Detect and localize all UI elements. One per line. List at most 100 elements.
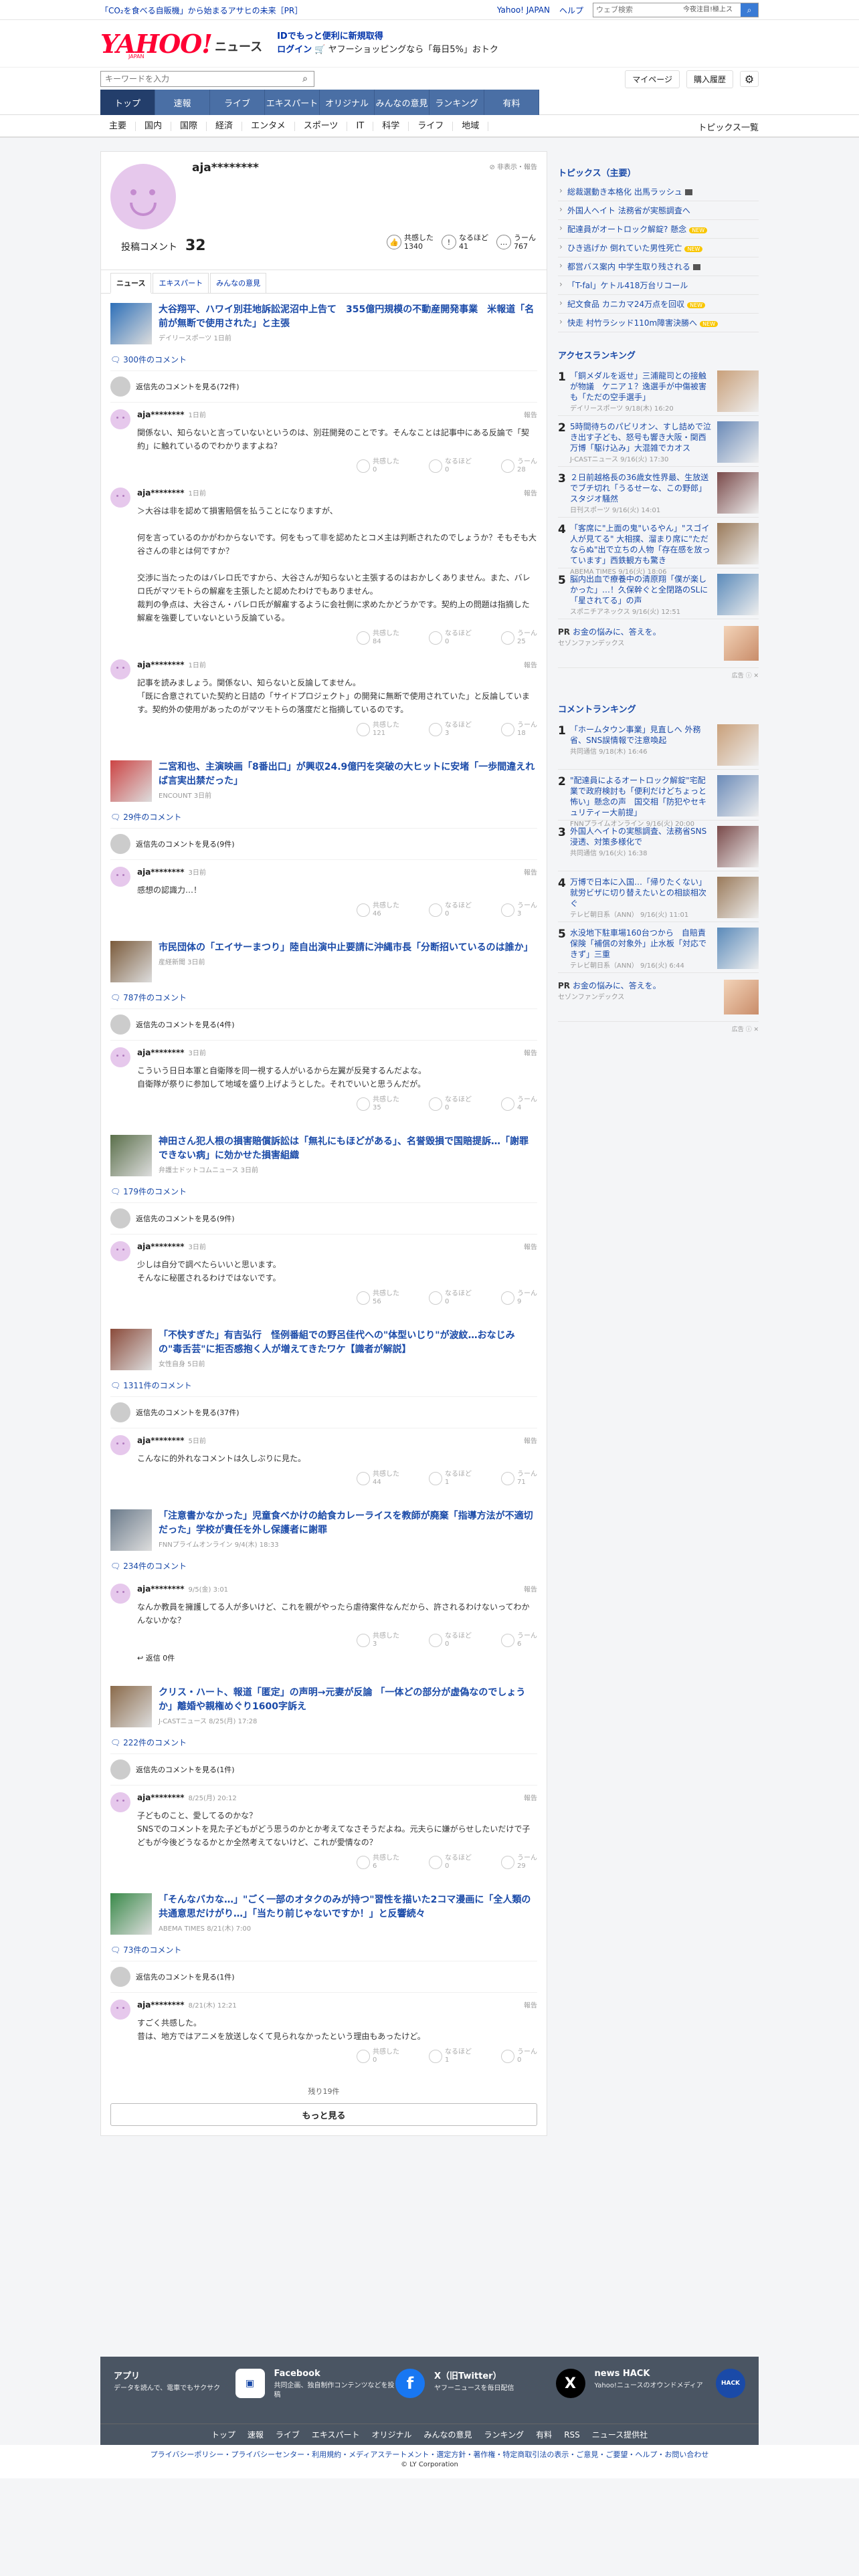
article-header[interactable]: 「注意書かなかった」児童食べかけの給食カレーライスを教師が廃棄「指導方法が不適切… bbox=[110, 1500, 537, 1555]
topic-item[interactable]: 総裁選動き本格化 出馬ラッシュ bbox=[558, 183, 759, 201]
reply-target-link[interactable]: 返信先のコメントを見る(37件) bbox=[110, 1396, 537, 1428]
comment-count-link[interactable]: 🗨 787件のコメント bbox=[110, 992, 537, 1003]
cat-entertainment[interactable]: エンタメ bbox=[242, 122, 295, 131]
report-link[interactable]: 報告 bbox=[524, 1435, 537, 1445]
hmm-button[interactable]: うーん 3 bbox=[501, 902, 537, 918]
footer-nav-item[interactable]: RSS bbox=[564, 2430, 580, 2440]
cat-world[interactable]: 国際 bbox=[171, 122, 207, 131]
reply-link[interactable]: ↩ 返信 0件 bbox=[137, 1652, 537, 1663]
ranking-item[interactable]: 2 5時間待ちのパビリオン、すし詰めで泣き出す子ども、怒号も響き大阪・関西万博「駆… bbox=[558, 416, 759, 467]
register-link[interactable]: IDでもっと便利に新規取得 bbox=[277, 30, 498, 43]
search-icon[interactable]: ⌕ bbox=[741, 3, 758, 17]
comment-user[interactable]: aja******** bbox=[137, 2000, 185, 2010]
purchase-history-link[interactable]: 購入履歴 bbox=[686, 70, 733, 88]
topic-item[interactable]: 快走 村竹ラシッド110m障害決勝へNEW bbox=[558, 314, 759, 332]
naruhodo-button[interactable]: なるほど 0 bbox=[429, 902, 472, 918]
report-link[interactable]: 報告 bbox=[524, 659, 537, 669]
report-link[interactable]: 報告 bbox=[524, 2000, 537, 2010]
nav-opinion[interactable]: みんなの意見 bbox=[375, 90, 430, 115]
article-header[interactable]: 「不快すぎた」有吉弘行 怪例番組での野呂佳代への"体型いじり"が波紋…おなじみの… bbox=[110, 1319, 537, 1374]
article-title[interactable]: 「不快すぎた」有吉弘行 怪例番組での野呂佳代への"体型いじり"が波紋…おなじみの… bbox=[159, 1329, 537, 1357]
legal-text[interactable]: プライバシーポリシー・プライバシーセンター・利用規約・メディアステートメント・選… bbox=[151, 2450, 709, 2459]
hmm-button[interactable]: うーん 18 bbox=[501, 722, 537, 738]
hmm-button[interactable]: うーん 71 bbox=[501, 1471, 537, 1487]
comment-count-link[interactable]: 🗨 29件のコメント bbox=[110, 811, 537, 823]
comment-count-link[interactable]: 🗨 222件のコメント bbox=[110, 1737, 537, 1748]
footer-nav-item[interactable]: みんなの意見 bbox=[424, 2429, 472, 2440]
empathy-button[interactable]: 共感した 56 bbox=[357, 1290, 399, 1306]
hmm-button[interactable]: うーん 4 bbox=[501, 1096, 537, 1112]
article-header[interactable]: 市民団体の「エイサーまつり」陸自出演中止要請に沖縄市長「分断招いているのは誰か」… bbox=[110, 932, 537, 986]
yahoo-japan-link[interactable]: Yahoo! JAPAN bbox=[497, 5, 550, 15]
reply-target-link[interactable]: 返信先のコメントを見る(9件) bbox=[110, 828, 537, 860]
empathy-button[interactable]: 共感した 0 bbox=[357, 458, 399, 474]
hmm-button[interactable]: うーん 25 bbox=[501, 630, 537, 646]
pr-ad-1[interactable]: PR お金の悩みに、答えを。 セゾンファンデックス bbox=[558, 619, 759, 668]
pr-link[interactable]: 「CO₂を食べる自販機」から始まるアサヒの未来［PR］ bbox=[100, 5, 302, 16]
topic-item[interactable]: 都営バス案内 中学生取り残される bbox=[558, 257, 759, 276]
comment-user[interactable]: aja******** bbox=[137, 1584, 185, 1594]
cat-it[interactable]: IT bbox=[347, 122, 374, 131]
topics-list-link[interactable]: トピックス一覧 bbox=[698, 120, 759, 133]
nav-ranking[interactable]: ランキング bbox=[430, 90, 484, 115]
article-header[interactable]: 大谷翔平、ハワイ別荘地訴訟泥沼中上告て 355億円規模の不動産開発事業 米報道「… bbox=[110, 294, 537, 348]
nav-original[interactable]: オリジナル bbox=[320, 90, 375, 115]
news-search-input[interactable] bbox=[101, 74, 296, 84]
ranking-item[interactable]: 2 "配達員によるオートロック解錠"宅配業で政府検討も「便利だけどちょっと怖い」懸… bbox=[558, 770, 759, 828]
hmm-button[interactable]: うーん 28 bbox=[501, 458, 537, 474]
comment-user[interactable]: aja******** bbox=[137, 1436, 185, 1445]
footer-nav-item[interactable]: エキスパート bbox=[312, 2429, 360, 2440]
article-title[interactable]: クリス・ハート、報道「匿定」の声明→元妻が反論 「一体どの部分が虚偽なのでしょう… bbox=[159, 1686, 537, 1714]
footer-nav-item[interactable]: トップ bbox=[211, 2429, 235, 2440]
ranking-item[interactable]: 4 万博で日本に入国…「帰りたくない」就労ビザに切り替えたいとの相談相次ぐ テレビ朝… bbox=[558, 871, 759, 922]
naruhodo-button[interactable]: なるほど 0 bbox=[429, 1096, 472, 1112]
help-link[interactable]: ヘルプ bbox=[559, 5, 583, 16]
cat-business[interactable]: 経済 bbox=[207, 122, 243, 131]
topic-item[interactable]: 外国人ヘイト 法務省が実態調査へ bbox=[558, 201, 759, 220]
article-title[interactable]: 「注意書かなかった」児童食べかけの給食カレーライスを教師が廃棄「指導方法が不適切… bbox=[159, 1509, 537, 1537]
cat-domestic[interactable]: 国内 bbox=[136, 122, 172, 131]
mypage-link[interactable]: マイページ bbox=[625, 70, 680, 88]
hmm-button[interactable]: うーん 29 bbox=[501, 1854, 537, 1870]
hmm-button[interactable]: うーん 0 bbox=[501, 2048, 537, 2064]
ranking-item[interactable]: 1 「銅メダルを返せ」三浦龍司との接触が物議 ケニア１？逸選手が中傷被害も「ただの… bbox=[558, 365, 759, 416]
ranking-item[interactable]: 1 「ホームタウン事業」見直しへ 外務省、SNS誤情報で注意喚起 共同通信 9/18… bbox=[558, 719, 759, 770]
hide-report-link[interactable]: ⊘ 非表示・報告 bbox=[489, 161, 537, 171]
ranking-item[interactable]: 3 ２日前越格長の36歳女性界最、生放送でブチ切れ「うるせーな、この野郎」スタジオ… bbox=[558, 467, 759, 518]
ranking-item[interactable]: 5 水没地下駐車場160台つから 自賠責保険「補償の対象外」止水板「対応できず」三… bbox=[558, 922, 759, 973]
naruhodo-button[interactable]: なるほど 1 bbox=[429, 1471, 472, 1487]
hmm-button[interactable]: うーん 9 bbox=[501, 1290, 537, 1306]
nav-flash[interactable]: 速報 bbox=[155, 90, 210, 115]
footer-nav-item[interactable]: 有料 bbox=[536, 2429, 552, 2440]
article-header[interactable]: 「そんなバカな…」"ごく一部のオタクのみが持つ"習性を描いた2コマ漫画に「全人類… bbox=[110, 1884, 537, 1939]
comment-user[interactable]: aja******** bbox=[137, 1242, 185, 1251]
footer-nav-item[interactable]: 速報 bbox=[248, 2429, 264, 2440]
comment-user[interactable]: aja******** bbox=[137, 1048, 185, 1057]
article-title[interactable]: 市民団体の「エイサーまつり」陸自出演中止要請に沖縄市長「分断招いているのは誰か」 bbox=[159, 941, 533, 955]
naruhodo-button[interactable]: なるほど 0 bbox=[429, 1854, 472, 1870]
article-title[interactable]: 「そんなバカな…」"ごく一部のオタクのみが持つ"習性を描いた2コマ漫画に「全人類… bbox=[159, 1893, 537, 1921]
empathy-button[interactable]: 共感した 84 bbox=[357, 630, 399, 646]
comment-count-link[interactable]: 🗨 179件のコメント bbox=[110, 1186, 537, 1197]
topic-item[interactable]: ひき逃げか 倒れていた男性死亡NEW bbox=[558, 239, 759, 257]
article-title[interactable]: 神田さん犯人根の損害賠償訴訟は「無礼にもほどがある」、名誉毀損で国賠提訴…「謝罪… bbox=[159, 1135, 537, 1163]
cat-life[interactable]: ライフ bbox=[409, 122, 454, 131]
naruhodo-button[interactable]: なるほど 0 bbox=[429, 458, 472, 474]
naruhodo-button[interactable]: なるほど 3 bbox=[429, 722, 472, 738]
report-link[interactable]: 報告 bbox=[524, 409, 537, 419]
empathy-button[interactable]: 共感した 44 bbox=[357, 1471, 399, 1487]
empathy-button[interactable]: 共感した 0 bbox=[357, 2048, 399, 2064]
comment-count-link[interactable]: 🗨 73件のコメント bbox=[110, 1944, 537, 1955]
reply-target-link[interactable]: 返信先のコメントを見る(1件) bbox=[110, 1753, 537, 1786]
tab-expert[interactable]: エキスパート bbox=[153, 273, 209, 293]
comment-user[interactable]: aja******** bbox=[137, 488, 185, 498]
nav-top[interactable]: トップ bbox=[100, 90, 155, 115]
more-button[interactable]: もっと見る bbox=[110, 2103, 537, 2126]
empathy-button[interactable]: 共感した 3 bbox=[357, 1632, 399, 1648]
pr-ad-2[interactable]: PR お金の悩みに、答えを。 セゾンファンデックス bbox=[558, 973, 759, 1022]
footer-nav-item[interactable]: ランキング bbox=[484, 2429, 524, 2440]
report-link[interactable]: 報告 bbox=[524, 1241, 537, 1251]
cat-local[interactable]: 地域 bbox=[453, 122, 489, 131]
hmm-button[interactable]: うーん 6 bbox=[501, 1632, 537, 1648]
reply-target-link[interactable]: 返信先のコメントを見る(9件) bbox=[110, 1202, 537, 1235]
